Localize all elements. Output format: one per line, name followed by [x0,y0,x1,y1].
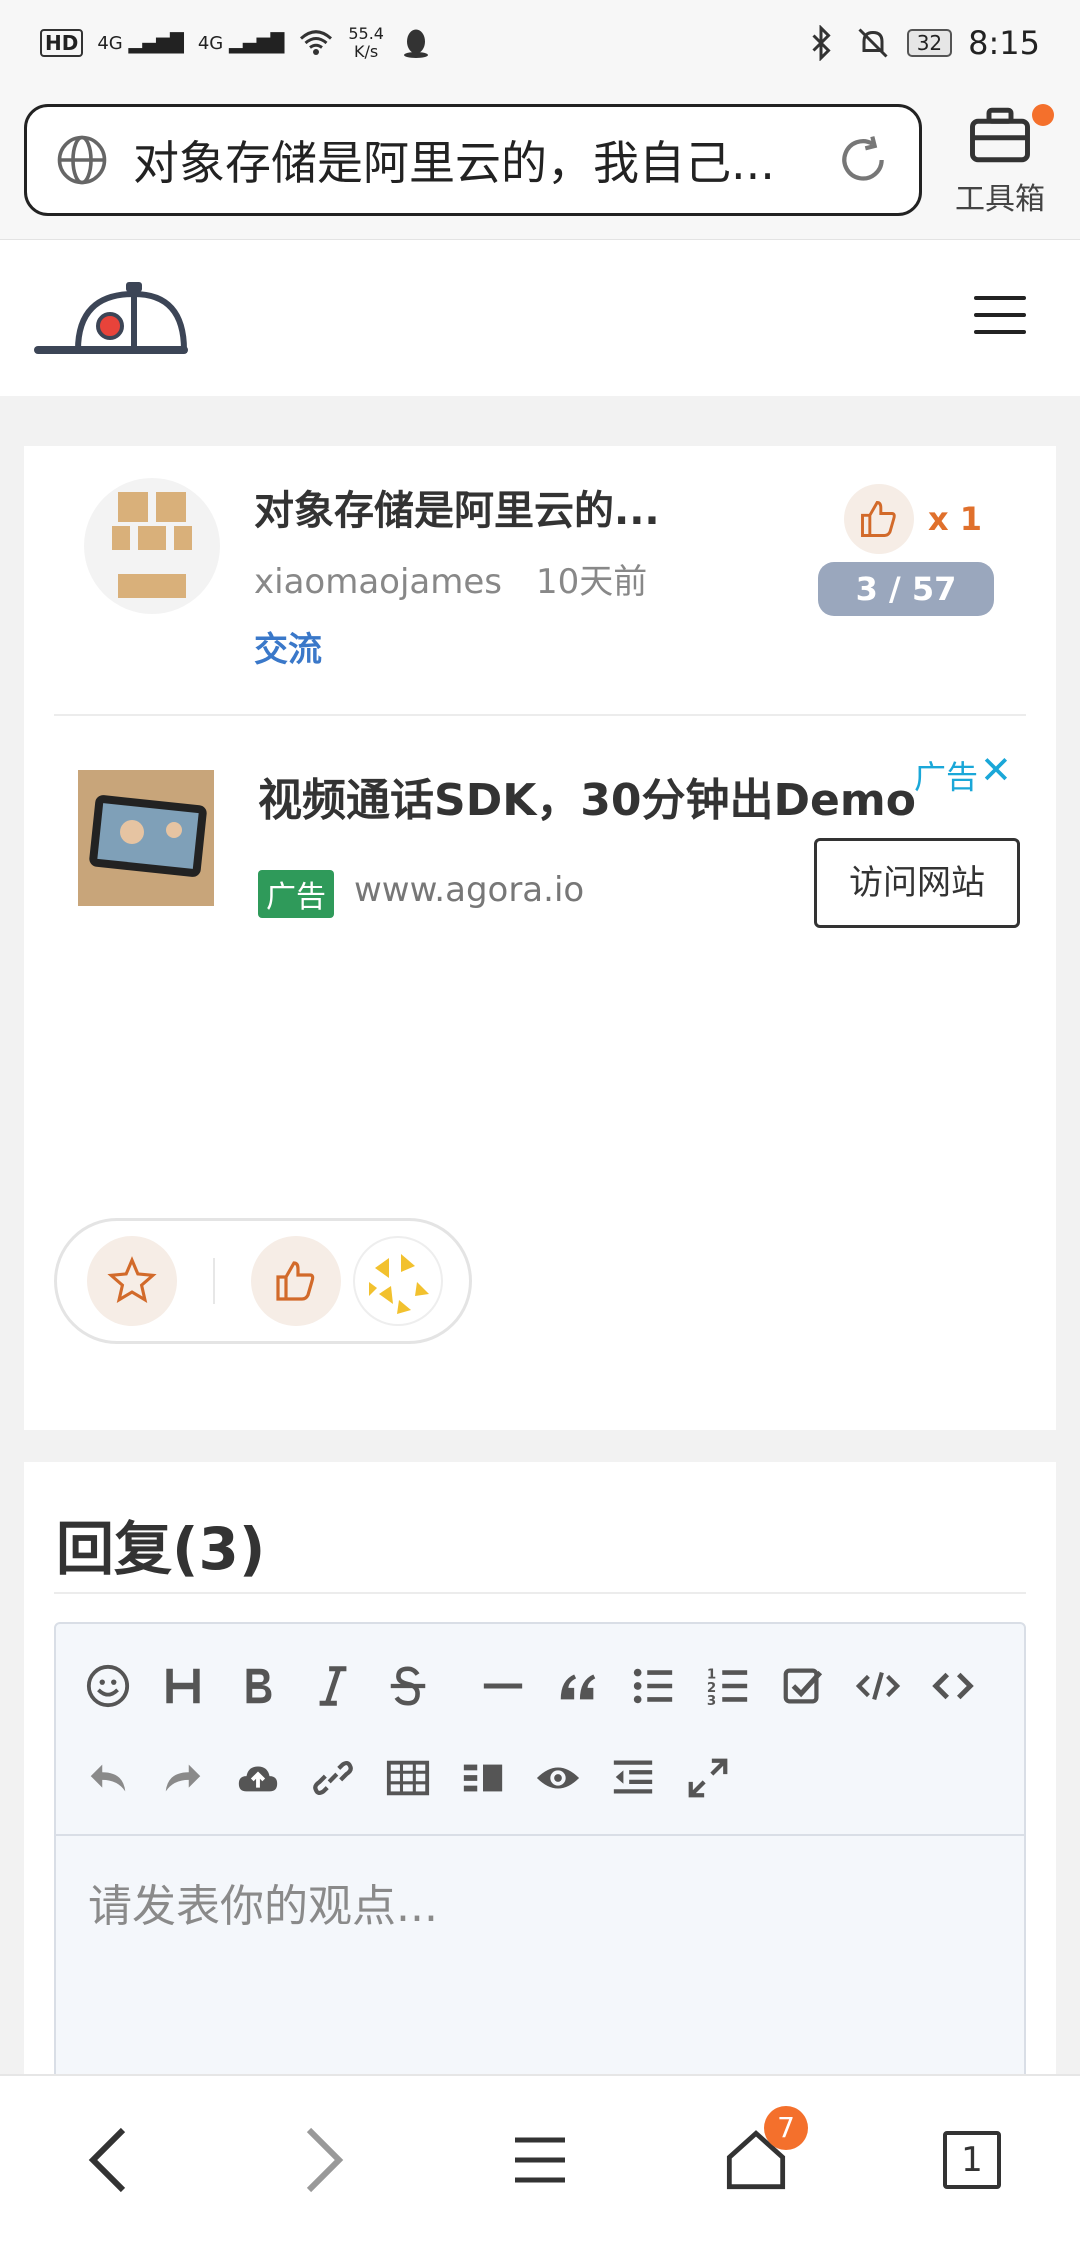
qq-icon [403,29,428,58]
upload-icon[interactable] [220,1741,295,1816]
mute-bell-icon [858,28,888,58]
author-name[interactable]: xiaomaojames [254,562,502,602]
strikethrough-icon[interactable] [370,1649,445,1724]
toolbox-button[interactable]: 工具箱 [940,104,1060,218]
site-logo[interactable] [34,274,194,364]
divider [54,1592,1026,1594]
like-count: x 1 [928,500,983,538]
tabs-button[interactable]: 1 [912,2100,1032,2220]
topic-card: 对象存储是阿里云的... xiaomaojames 10天前 交流 x 1 3 /… [24,446,1056,1430]
horizontal-rule-icon[interactable] [465,1649,540,1724]
network-speed: 55.4 K/s [348,24,384,61]
menu-nav-button[interactable] [480,2100,600,2220]
bold-icon[interactable] [220,1649,295,1724]
hamburger-icon [515,2137,565,2183]
liker-avatar[interactable] [353,1236,443,1326]
bluetooth-icon [812,25,831,61]
bullet-list-icon[interactable] [615,1649,690,1724]
heading-icon[interactable] [145,1649,220,1724]
refresh-icon[interactable] [835,132,891,188]
undo-icon[interactable] [70,1741,145,1816]
ad-label: 广告 [914,758,979,796]
like-button[interactable] [251,1236,341,1326]
table-icon[interactable] [370,1741,445,1816]
wifi-icon [300,30,333,55]
site-header [0,240,1080,396]
svg-text:3: 3 [706,1694,715,1709]
reply-placeholder: 请发表你的观点... [88,1881,438,1932]
ad-image[interactable] [78,770,214,906]
globe-icon [57,135,107,185]
toolbox-label: 工具箱 [955,182,1045,217]
numbered-list-icon[interactable]: 123 [690,1649,765,1724]
inline-code-icon[interactable] [915,1649,990,1724]
redo-icon[interactable] [145,1741,220,1816]
divider [54,714,1026,716]
reply-editor: 123 请发表你的观点... [54,1622,1026,2102]
chevron-right-icon [306,2127,344,2193]
quote-icon[interactable] [540,1649,615,1724]
topic-meta: xiaomaojames 10天前 [254,554,647,603]
reply-title: 回复(3) [56,1515,266,1583]
status-bar: HD 4G ▂▄▆█ 4G ▂▄▆█ 55.4 K/s 32 8:15 [0,0,1080,86]
url-text: 对象存储是阿里云的，我自己... [133,136,775,190]
tab-count: 1 [943,2131,1001,2189]
fullscreen-icon[interactable] [670,1741,745,1816]
reply-textarea[interactable]: 请发表你的观点... [56,1836,1024,1968]
checklist-icon[interactable] [765,1649,840,1724]
columns-icon[interactable] [445,1741,520,1816]
preview-eye-icon[interactable] [520,1741,595,1816]
address-bar[interactable]: 对象存储是阿里云的，我自己... [24,104,922,216]
emoji-icon[interactable] [70,1649,145,1724]
post-time: 10天前 [536,562,648,602]
indent-icon[interactable] [595,1741,670,1816]
home-button[interactable]: 7 [696,2100,816,2220]
ad-title[interactable]: 视频通话SDK，30分钟出Demo [258,764,916,828]
separator [213,1258,215,1304]
topic-title[interactable]: 对象存储是阿里云的... [254,478,660,536]
favorite-button[interactable] [87,1236,177,1326]
toolbox-icon [970,107,1030,163]
browser-bottom-nav: 7 1 [0,2074,1080,2244]
clock: 8:15 [968,24,1040,62]
code-block-icon[interactable] [840,1649,915,1724]
signal-4g-1: 4G ▂▄▆█ [97,32,184,54]
browser-bar: 对象存储是阿里云的，我自己... 工具箱 [0,86,1080,240]
reply-section: 回复(3) 123 请发表你的观点... [24,1462,1056,2102]
link-icon[interactable] [295,1741,370,1816]
star-icon [107,1256,157,1303]
editor-toolbar: 123 [56,1624,1024,1836]
forward-button[interactable] [264,2100,384,2220]
thumbs-up-icon [276,1261,315,1301]
page-indicator[interactable]: 3 / 57 [818,562,994,616]
category-tag[interactable]: 交流 [254,622,322,671]
thumbs-up-icon [844,484,914,554]
ad-badge: 广告 [258,870,334,918]
ad-url[interactable]: www.agora.io [354,870,584,910]
chevron-left-icon [88,2127,126,2193]
battery-indicator: 32 [906,29,953,57]
back-button[interactable] [48,2100,168,2220]
like-summary: x 1 [844,484,982,554]
visit-site-button[interactable]: 访问网站 [814,838,1020,928]
ad-close-icon[interactable]: ✕ [980,748,1012,792]
signal-4g-2: 4G ▂▄▆█ [197,32,285,54]
action-bar [54,1218,472,1344]
italic-icon[interactable] [295,1649,370,1724]
hd-indicator: HD [40,29,84,57]
notification-dot [1032,104,1054,126]
author-avatar[interactable] [84,478,220,614]
home-badge: 7 [764,2106,808,2150]
menu-button[interactable] [974,296,1026,340]
